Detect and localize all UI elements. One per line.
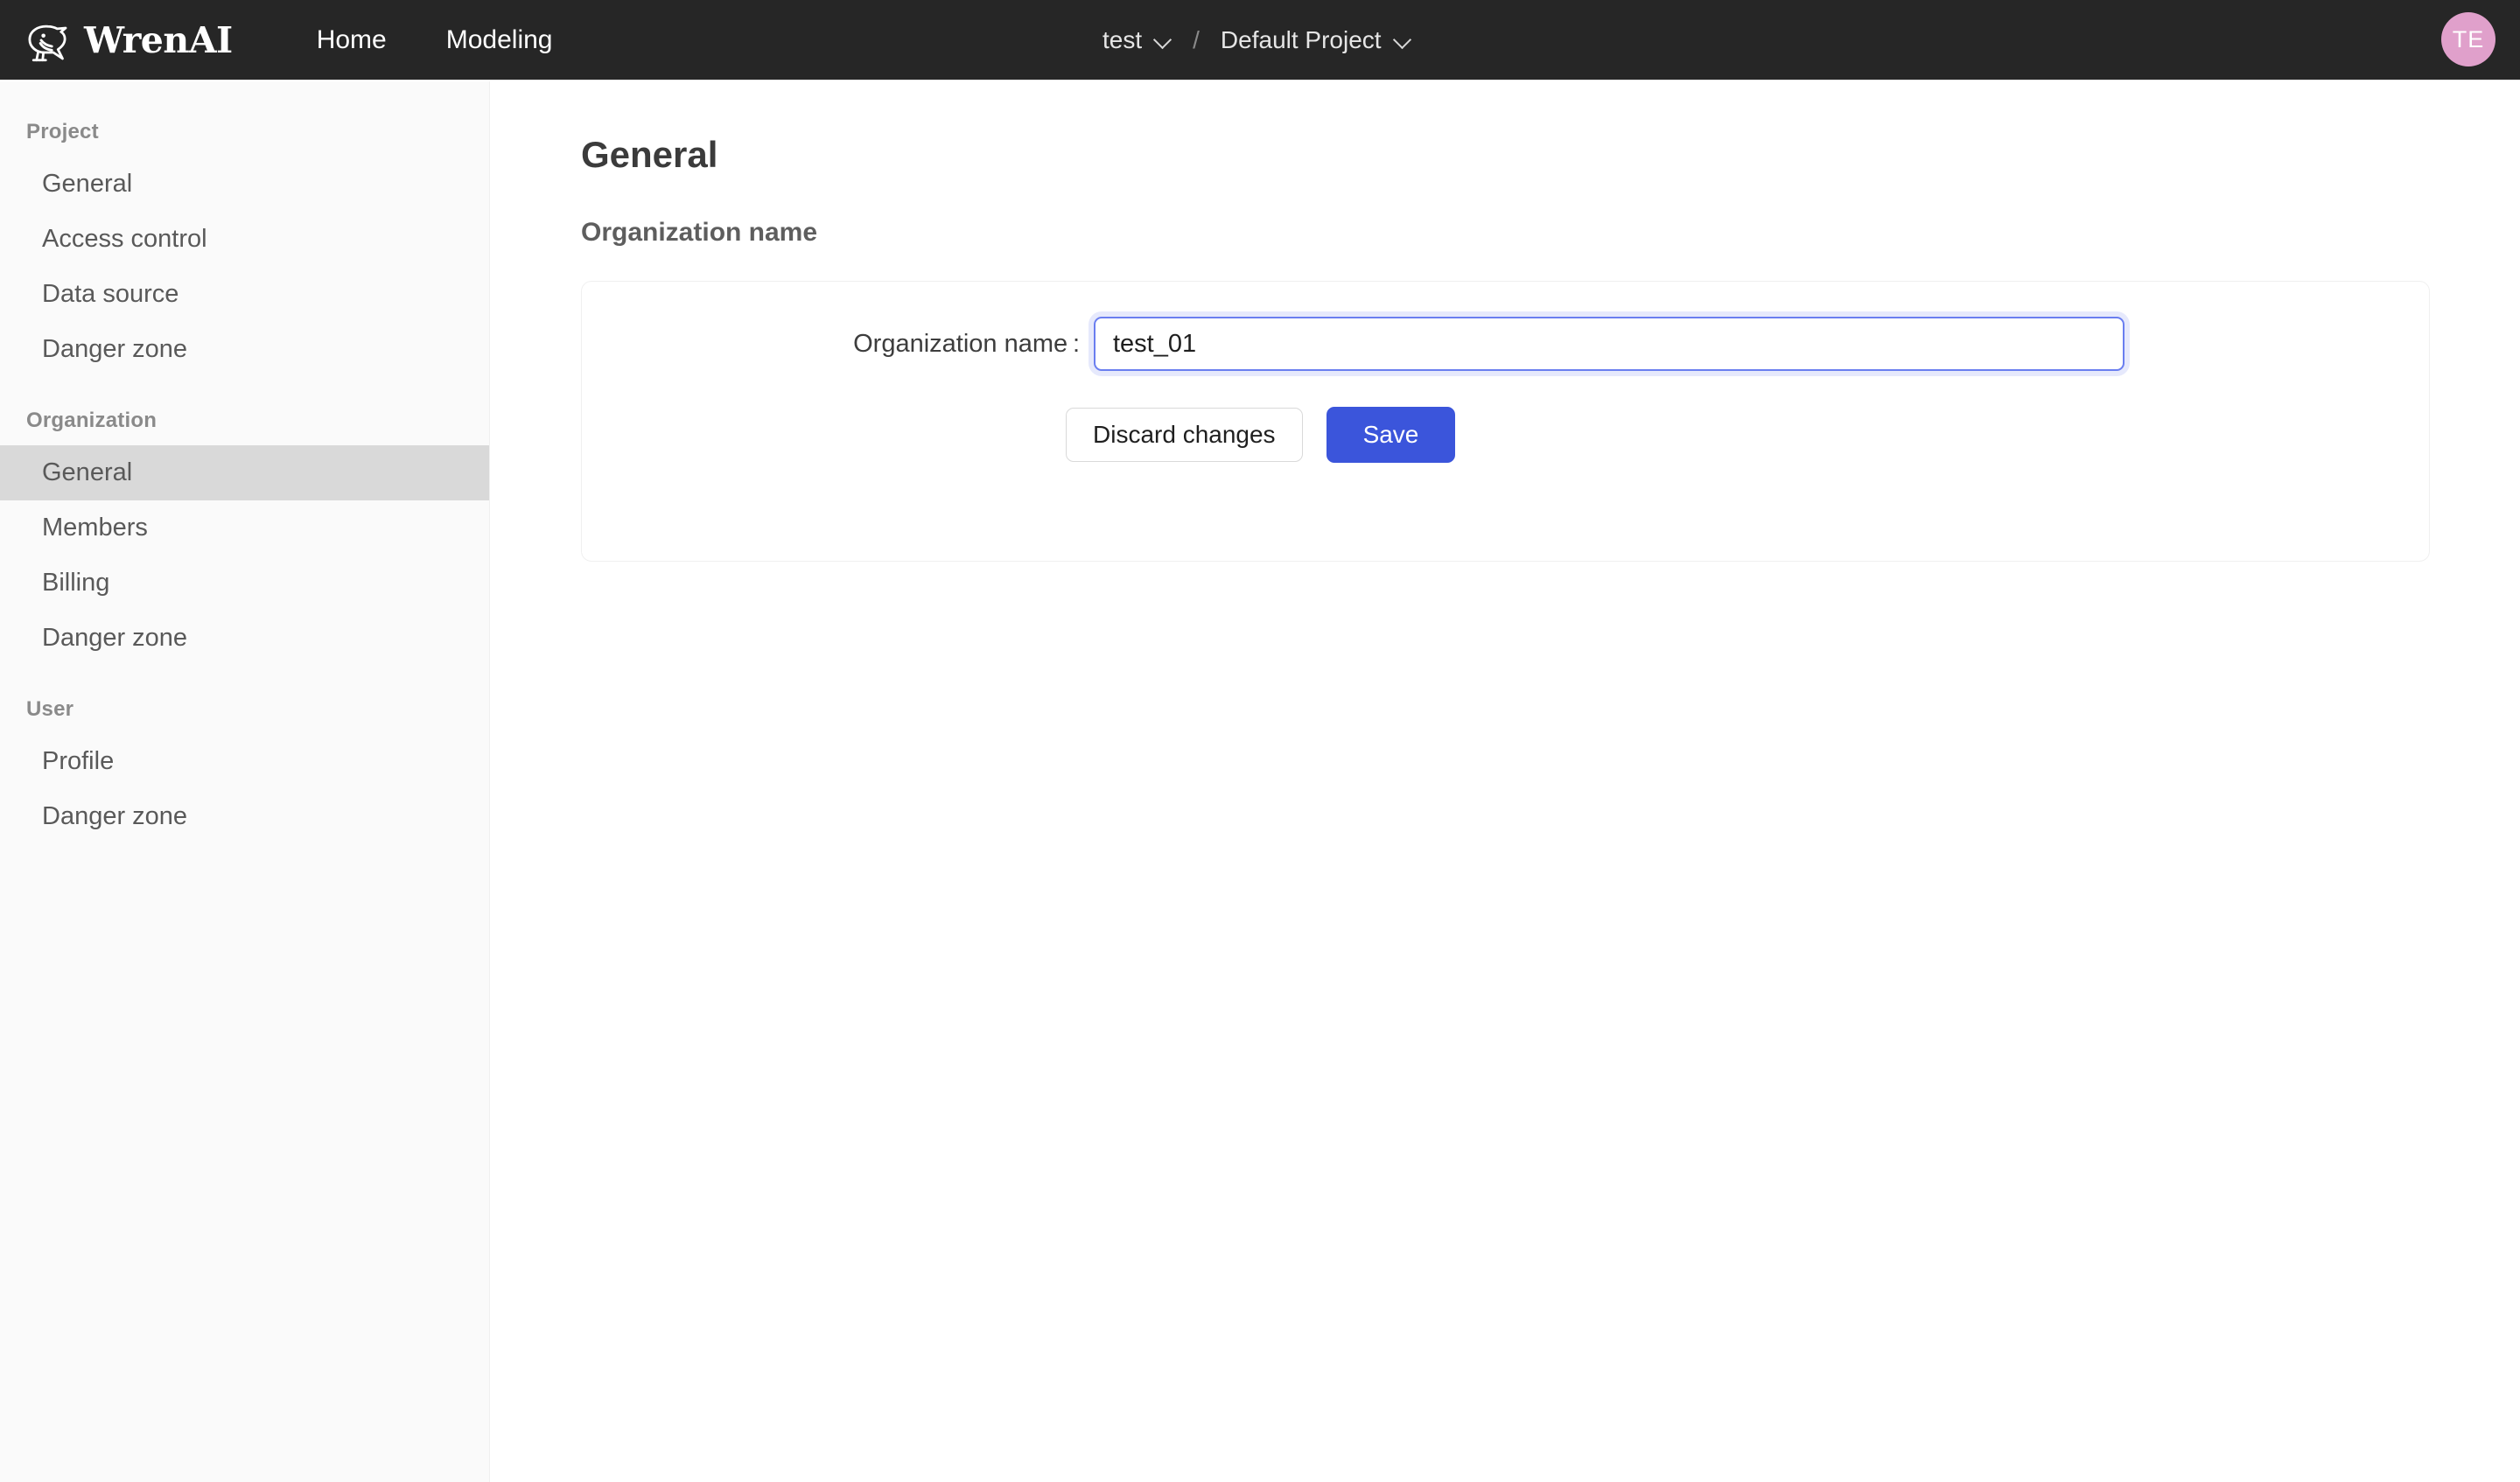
sidebar-divider-spacer [0, 377, 489, 396]
breadcrumb-organization-label: test [1102, 26, 1143, 53]
sidebar-divider-spacer [0, 666, 489, 685]
nav-item-modeling[interactable]: Modeling [416, 13, 583, 67]
organization-name-form-row: Organization name : [582, 317, 2429, 371]
chevron-down-icon [1394, 31, 1411, 49]
breadcrumb-project-selector[interactable]: Default Project [1217, 21, 1415, 59]
wren-bird-logo-icon [28, 24, 67, 61]
sidebar-item-user-profile[interactable]: Profile [0, 734, 489, 789]
form-actions: Discard changes Save [1066, 407, 1456, 463]
sidebar-item-organization-danger-zone[interactable]: Danger zone [0, 611, 489, 666]
breadcrumb: test / Default Project [1099, 0, 1415, 80]
organization-name-label: Organization name : [853, 329, 1080, 358]
breadcrumb-organization-selector[interactable]: test [1099, 21, 1175, 59]
sidebar-item-user-danger-zone[interactable]: Danger zone [0, 789, 489, 844]
breadcrumb-separator: / [1193, 26, 1200, 53]
main-content: General Organization name Organization n… [491, 81, 2520, 1482]
brand-name: WrenAI [84, 18, 233, 61]
sidebar-item-organization-general[interactable]: General [0, 445, 489, 500]
nav-item-home[interactable]: Home [287, 13, 416, 67]
primary-nav: Home Modeling [287, 13, 583, 67]
sidebar-group-title-organization: Organization [26, 409, 158, 432]
chevron-down-icon [1154, 31, 1172, 49]
settings-sidebar: Project General Access control Data sour… [0, 81, 490, 1482]
breadcrumb-project-label: Default Project [1220, 26, 1382, 53]
brand-logo-link[interactable]: WrenAI [23, 16, 233, 65]
page-title: General [581, 134, 718, 175]
section-title-organization-name: Organization name [581, 218, 818, 247]
sidebar-group-title-user: User [26, 697, 74, 721]
sidebar-item-organization-members[interactable]: Members [0, 500, 489, 556]
save-button[interactable]: Save [1326, 407, 1456, 463]
organization-name-input[interactable] [1094, 317, 2124, 371]
sidebar-item-project-data-source[interactable]: Data source [0, 267, 489, 322]
sidebar-item-organization-billing[interactable]: Billing [0, 556, 489, 611]
avatar[interactable]: TE [2441, 12, 2496, 66]
discard-changes-button[interactable]: Discard changes [1066, 408, 1303, 462]
sidebar-item-project-access-control[interactable]: Access control [0, 212, 489, 267]
app-header: WrenAI Home Modeling test / Default Proj… [0, 0, 2520, 80]
sidebar-group-title-project: Project [26, 120, 99, 143]
sidebar-item-project-general[interactable]: General [0, 157, 489, 212]
sidebar-item-project-danger-zone[interactable]: Danger zone [0, 322, 489, 377]
organization-name-card: Organization name : Discard changes Save [581, 281, 2430, 562]
